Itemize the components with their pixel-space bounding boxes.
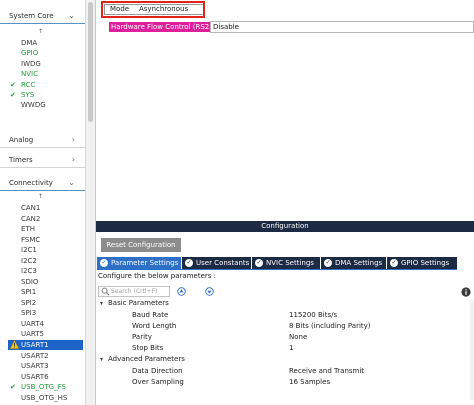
tab-nvic-settings[interactable]: ✓ NVIC Settings [252, 257, 320, 269]
sidebar-scrollbar[interactable] [85, 0, 95, 405]
sidebar-item-can1[interactable]: CAN1 [21, 203, 40, 213]
search-up-icon[interactable] [177, 287, 186, 296]
sidebar-item-uart5[interactable]: UART5 [21, 329, 44, 339]
configuration-title: Configuration [96, 221, 474, 232]
check-circle-icon: ✓ [100, 259, 108, 267]
check-icon: ✔ [10, 383, 16, 391]
category-analog[interactable]: Analog › [0, 132, 85, 148]
parameter-search[interactable] [98, 286, 170, 297]
param-value[interactable]: None [289, 333, 307, 341]
sidebar-item-sdio[interactable]: SDIO [21, 277, 38, 287]
info-icon[interactable] [461, 287, 471, 297]
check-icon: ✔ [10, 81, 16, 89]
configure-instructions: Configure the below parameters : [98, 272, 216, 280]
sidebar-item-usart2[interactable]: USART2 [21, 351, 49, 361]
hardware-flow-control-select[interactable]: Disable [210, 21, 474, 33]
tab-gpio-settings[interactable]: ✓ GPIO Settings [387, 257, 457, 269]
sidebar-item-wwdg[interactable]: WWDG [21, 100, 46, 110]
tab-underline [97, 269, 457, 270]
sidebar-item-sys[interactable]: ✔ SYS [10, 90, 34, 100]
group-advanced-parameters[interactable]: ▾ Advanced Parameters [100, 355, 185, 363]
expand-triangle-icon: ▾ [100, 356, 104, 363]
sort-arrow-icon[interactable]: ↑ [38, 28, 43, 35]
sidebar-item-i2c1[interactable]: I2C1 [21, 245, 37, 255]
sidebar-item-gpio[interactable]: GPIO [21, 48, 38, 58]
param-name: Stop Bits [132, 344, 164, 352]
sidebar-item-dma[interactable]: DMA [21, 38, 37, 48]
search-down-icon[interactable] [205, 287, 214, 296]
chevron-right-icon: › [71, 155, 75, 164]
sidebar-item-rcc[interactable]: ✔ RCC [10, 80, 35, 90]
check-circle-icon: ✓ [255, 259, 263, 267]
check-circle-icon: ✓ [185, 259, 193, 267]
tab-user-constants[interactable]: ✓ User Constants [182, 257, 251, 269]
warning-icon [10, 340, 19, 349]
sidebar-item-iwdg[interactable]: IWDG [21, 59, 41, 69]
param-name: Word Length [132, 322, 177, 330]
category-label: System Core [9, 12, 54, 20]
hardware-flow-control-label: Hardware Flow Control (RS232) [109, 22, 223, 32]
category-system-core[interactable]: System Core ⌄ [0, 8, 85, 24]
config-tabbar: ✓ Parameter Settings ✓ User Constants ✓ NVI… [97, 257, 457, 269]
param-value[interactable]: 8 Bits (including Parity) [289, 322, 371, 330]
param-name: Baud Rate [132, 311, 169, 319]
sidebar-item-can2[interactable]: CAN2 [21, 214, 40, 224]
expand-triangle-icon: ▾ [100, 300, 104, 307]
sidebar-item-usart6[interactable]: USART6 [21, 372, 49, 382]
chevron-right-icon: › [71, 135, 75, 144]
category-timers[interactable]: Timers › [0, 152, 85, 168]
sidebar-item-uart4[interactable]: UART4 [21, 319, 44, 329]
sidebar-item-nvic[interactable]: NVIC [21, 69, 38, 79]
mode-highlight-box [101, 1, 205, 18]
param-value[interactable]: 115200 Bits/s [289, 311, 337, 319]
category-label: Timers [9, 156, 33, 164]
sidebar-item-eth[interactable]: ETH [21, 224, 35, 234]
sidebar-item-spi2[interactable]: SPI2 [21, 298, 36, 308]
sidebar-item-usb-otg-fs[interactable]: ✔ USB_OTG_FS [10, 382, 66, 392]
sidebar-item-spi1[interactable]: SPI1 [21, 287, 36, 297]
param-name: Data Direction [132, 367, 183, 375]
search-icon [101, 287, 110, 296]
check-circle-icon: ✓ [390, 259, 398, 267]
param-value[interactable]: 1 [289, 344, 293, 352]
reset-configuration-button[interactable]: Reset Configuration [101, 238, 181, 252]
sidebar-item-fsmc[interactable]: FSMC [21, 235, 40, 245]
category-connectivity[interactable]: Connectivity ⌄ [0, 175, 85, 191]
config-scrollbar[interactable] [470, 300, 474, 400]
sidebar-item-i2c3[interactable]: I2C3 [21, 266, 37, 276]
sidebar-item-usart3[interactable]: USART3 [21, 361, 49, 371]
sidebar-item-usart1[interactable]: USART1 [8, 340, 83, 350]
tab-dma-settings[interactable]: ✓ DMA Settings [321, 257, 386, 269]
sidebar-item-spi3[interactable]: SPI3 [21, 308, 36, 318]
param-value[interactable]: 16 Samples [289, 378, 330, 386]
sidebar-item-usb-otg-hs[interactable]: USB_OTG_HS [21, 393, 67, 403]
sidebar-item-i2c2[interactable]: I2C2 [21, 256, 37, 266]
check-icon: ✔ [10, 91, 16, 99]
component-list-panel: System Core ⌄ ↑ DMA GPIO IWDG NVIC ✔ RCC … [0, 0, 85, 405]
tab-parameter-settings[interactable]: ✓ Parameter Settings [97, 257, 181, 269]
param-value[interactable]: Receive and Transmit [289, 367, 364, 375]
chevron-down-icon: ⌄ [68, 178, 75, 187]
param-name: Parity [132, 333, 152, 341]
group-basic-parameters[interactable]: ▾ Basic Parameters [100, 299, 169, 307]
mode-panel [96, 0, 474, 220]
hardware-flow-control-value: Disable [213, 23, 239, 31]
param-name: Over Sampling [132, 378, 184, 386]
sort-arrow-icon[interactable]: ↑ [38, 193, 43, 200]
category-label: Analog [9, 136, 34, 144]
check-circle-icon: ✓ [324, 259, 332, 267]
category-label: Connectivity [9, 179, 53, 187]
chevron-down-icon: ⌄ [68, 11, 75, 20]
search-input[interactable] [111, 287, 169, 296]
scrollbar-thumb[interactable] [88, 2, 93, 122]
